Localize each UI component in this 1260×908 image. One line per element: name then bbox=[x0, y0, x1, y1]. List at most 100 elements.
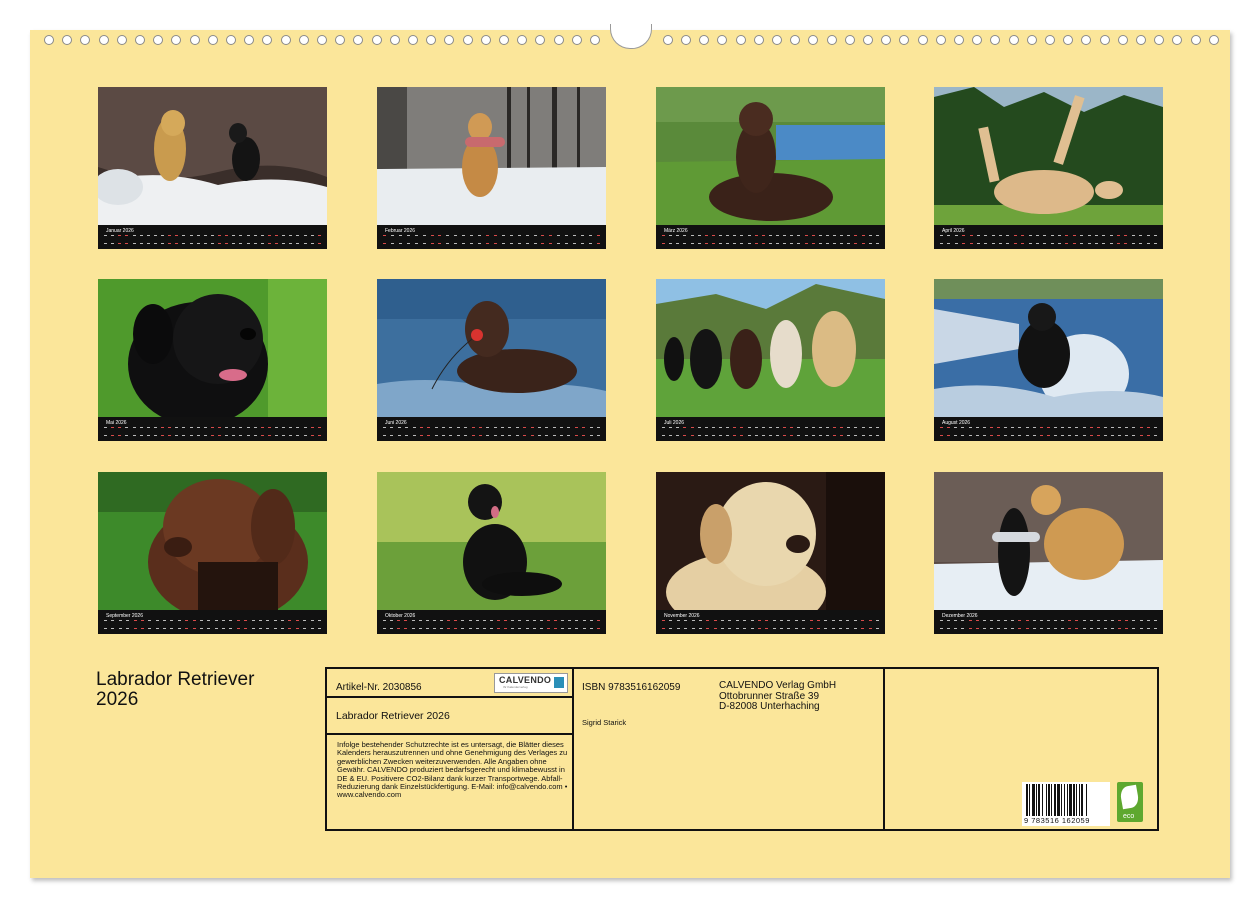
calendar-day bbox=[567, 427, 571, 436]
calendar-day bbox=[289, 427, 293, 436]
binding-hole bbox=[62, 35, 73, 45]
calendar-day bbox=[414, 235, 418, 244]
calendar-day bbox=[168, 427, 172, 436]
calendar-day bbox=[163, 620, 166, 629]
calendar-day bbox=[861, 620, 865, 629]
binding-hole bbox=[80, 35, 91, 45]
calendar-day bbox=[210, 235, 214, 244]
calendar-day bbox=[968, 620, 972, 629]
binding-hole bbox=[444, 35, 455, 45]
calendar-day bbox=[875, 620, 879, 629]
binding-hole bbox=[1099, 35, 1110, 45]
calendar-day bbox=[596, 620, 600, 629]
calendar-day bbox=[118, 620, 122, 629]
calendar-day bbox=[485, 235, 489, 244]
binding-hole bbox=[244, 35, 255, 45]
calendar-day bbox=[493, 235, 497, 244]
calendar-day bbox=[275, 427, 278, 436]
calendar-day bbox=[229, 620, 233, 629]
calendar-day bbox=[561, 620, 565, 629]
calendar-day bbox=[497, 620, 500, 629]
calendar-day bbox=[468, 620, 472, 629]
binding-hole bbox=[753, 35, 764, 45]
calendar-day bbox=[811, 235, 815, 244]
calendar-day bbox=[984, 235, 988, 244]
month-december: Dezember 2026 bbox=[934, 472, 1163, 634]
calendar-day bbox=[574, 427, 578, 436]
photo-may bbox=[98, 279, 327, 417]
calendar-day bbox=[246, 235, 250, 244]
calendar-day bbox=[1139, 235, 1143, 244]
calendar-day bbox=[1021, 235, 1025, 244]
binding-hole bbox=[917, 35, 928, 45]
calendar-day bbox=[501, 235, 505, 244]
binding-hole bbox=[1208, 35, 1219, 45]
month-september: September 2026 bbox=[98, 472, 327, 634]
calendar-day bbox=[861, 427, 865, 436]
calendar-day bbox=[761, 235, 765, 244]
calendar-day bbox=[303, 620, 307, 629]
photo-june bbox=[377, 279, 606, 417]
calendar-day bbox=[1103, 427, 1107, 436]
calendar-day bbox=[669, 620, 673, 629]
month-august: August 2026 bbox=[934, 279, 1163, 441]
calendar-day bbox=[1061, 427, 1065, 436]
calendar-day bbox=[706, 620, 710, 629]
calendar-day bbox=[596, 427, 600, 436]
calendar-day bbox=[523, 427, 527, 436]
calendar-day bbox=[1054, 427, 1057, 436]
calendar-day bbox=[489, 620, 493, 629]
calendar-day bbox=[214, 620, 218, 629]
calendar-day bbox=[991, 235, 995, 244]
calendar-day bbox=[765, 620, 769, 629]
calendar-day bbox=[282, 235, 286, 244]
calendar-day bbox=[406, 235, 410, 244]
calendar-day bbox=[225, 427, 229, 436]
calendar-day bbox=[1013, 235, 1017, 244]
calendar-day bbox=[581, 235, 585, 244]
calendar-day bbox=[1046, 620, 1050, 629]
calendar-day bbox=[196, 235, 200, 244]
calendar-day bbox=[582, 427, 586, 436]
calendar-day bbox=[273, 620, 277, 629]
calendar-day bbox=[118, 427, 122, 436]
calendar-day bbox=[662, 427, 665, 436]
calendar-day bbox=[139, 235, 143, 244]
barcode: 9 783516 162059 bbox=[1022, 782, 1110, 826]
calendar-day bbox=[743, 620, 747, 629]
calendar-day bbox=[839, 620, 842, 629]
publisher-address: CALVENDO Verlag GmbH Ottobrunner Straße … bbox=[719, 680, 836, 713]
calendar-day bbox=[733, 427, 737, 436]
calendar-day bbox=[153, 235, 157, 244]
calendar-day bbox=[289, 235, 293, 244]
calendar-day bbox=[515, 427, 519, 436]
calendar-day bbox=[295, 620, 299, 629]
calendar-day bbox=[726, 427, 730, 436]
calendar-day bbox=[768, 427, 772, 436]
month-march: März 2026 bbox=[656, 87, 885, 249]
calendar-day bbox=[511, 620, 515, 629]
calendar-day bbox=[847, 235, 851, 244]
calendar-day bbox=[975, 427, 979, 436]
divider bbox=[572, 669, 574, 829]
calendar-day bbox=[275, 235, 278, 244]
calendar-day bbox=[456, 427, 460, 436]
calendar-day bbox=[266, 620, 270, 629]
calendar-day bbox=[961, 427, 965, 436]
photo-september bbox=[98, 472, 327, 610]
calendar-day bbox=[713, 620, 717, 629]
binding-hole bbox=[881, 35, 892, 45]
calendar-day bbox=[504, 620, 508, 629]
calendar-day bbox=[177, 620, 181, 629]
calendar-day bbox=[1132, 620, 1136, 629]
calendar-day bbox=[747, 427, 751, 436]
binding-hole bbox=[116, 35, 127, 45]
calendar-day bbox=[554, 620, 557, 629]
calendar-day bbox=[411, 620, 415, 629]
calendar-day bbox=[1124, 235, 1128, 244]
calendar-day bbox=[222, 620, 225, 629]
binding-hole bbox=[1008, 35, 1019, 45]
calendar-day bbox=[794, 620, 798, 629]
calendar-day bbox=[281, 620, 284, 629]
binding-hole bbox=[972, 35, 983, 45]
